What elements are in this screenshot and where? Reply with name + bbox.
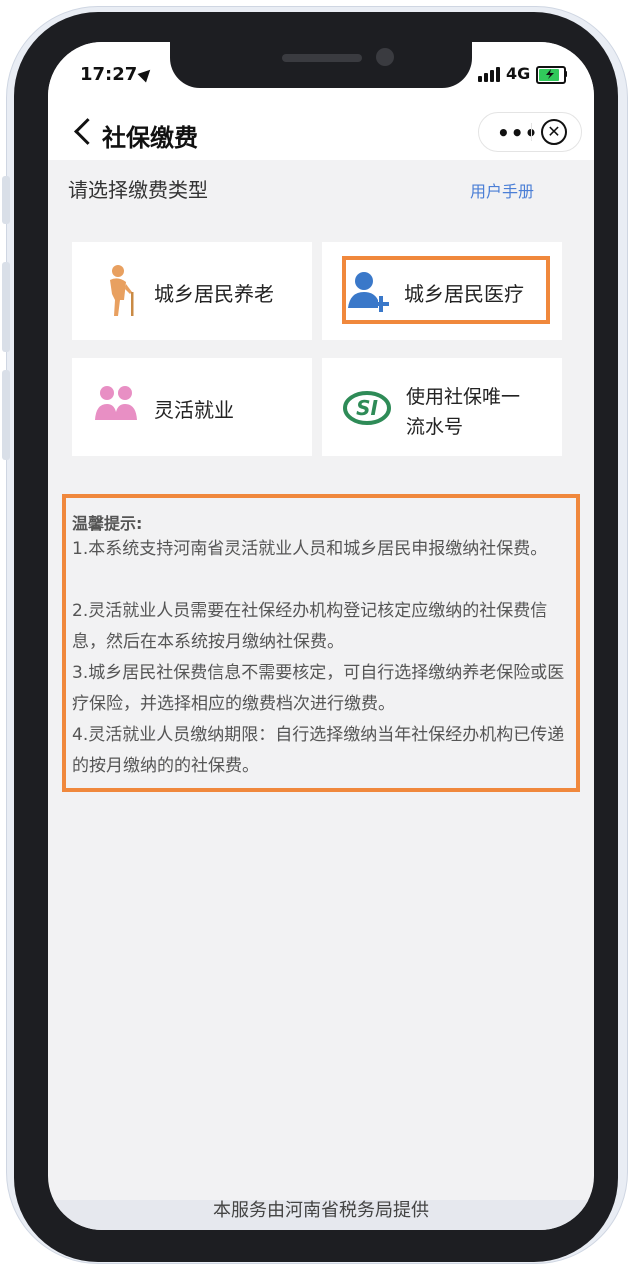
side-button-mute — [2, 176, 10, 224]
card-label: 城乡居民养老 — [154, 282, 274, 306]
battery-cap — [564, 71, 567, 77]
si-logo-icon: SI — [343, 391, 391, 425]
card-flexible-employment[interactable]: 灵活就业 — [72, 358, 312, 456]
footer-text: 本服务由河南省税务局提供 — [213, 1200, 429, 1221]
more-button[interactable]: ••• — [497, 121, 538, 145]
side-button-volume-down — [2, 370, 10, 460]
svg-text:SI: SI — [356, 396, 378, 420]
mini-program-capsule: ••• ✕ — [478, 112, 582, 152]
card-rural-medical[interactable]: 城乡居民医疗 — [322, 242, 562, 340]
card-rural-pension[interactable]: 城乡居民养老 — [72, 242, 312, 340]
page-title: 社保缴费 — [102, 124, 198, 152]
phone-notch — [170, 42, 472, 88]
location-arrow-icon — [137, 65, 155, 83]
card-label-line2: 流水号 — [406, 416, 464, 438]
back-chevron-icon[interactable] — [74, 118, 101, 145]
tips-title: 温馨提示: — [72, 514, 143, 533]
tip-item: 4.灵活就业人员缴纳期限：自行选择缴纳当年社保经办机构已传递的按月缴纳的的社保费… — [72, 725, 565, 776]
tip-item: 1.本系统支持河南省灵活就业人员和城乡居民申报缴纳社保费。 — [72, 539, 548, 559]
capsule-divider — [531, 123, 532, 141]
add-person-icon — [348, 272, 389, 312]
phone-screen: 17:27 4G 社保缴费 ••• ✕ 请选择缴费类型 用户手册 城乡居民养老 … — [48, 42, 594, 1230]
speaker-grille — [282, 54, 362, 62]
card-label-line1: 使用社保唯一 — [406, 386, 521, 408]
close-button[interactable]: ✕ — [541, 119, 567, 145]
nav-bar: 社保缴费 ••• ✕ — [48, 110, 594, 160]
people-group-icon — [95, 386, 137, 420]
signal-bars-icon — [478, 66, 502, 82]
section-heading: 请选择缴费类型 — [68, 178, 208, 202]
side-button-volume-up — [2, 262, 10, 352]
tips-box: 温馨提示: 1.本系统支持河南省灵活就业人员和城乡居民申报缴纳社保费。 2.灵活… — [62, 494, 580, 792]
card-social-security-serial[interactable]: SI 使用社保唯一 流水号 — [322, 358, 562, 456]
user-manual-link[interactable]: 用户手册 — [470, 178, 534, 202]
status-time: 17:27 — [80, 64, 138, 85]
tip-item: 3.城乡居民社保费信息不需要核定，可自行选择缴纳养老保险或医疗保险，并选择相应的… — [72, 663, 565, 714]
tip-item: 2.灵活就业人员需要在社保经办机构登记核定应缴纳的社保费信息，然后在本系统按月缴… — [72, 601, 548, 652]
card-label: 城乡居民医疗 — [404, 282, 524, 306]
battery-icon — [536, 66, 566, 84]
elderly-person-icon — [110, 265, 134, 316]
front-camera — [376, 48, 394, 66]
card-label: 灵活就业 — [154, 398, 234, 422]
network-type: 4G — [506, 64, 531, 83]
